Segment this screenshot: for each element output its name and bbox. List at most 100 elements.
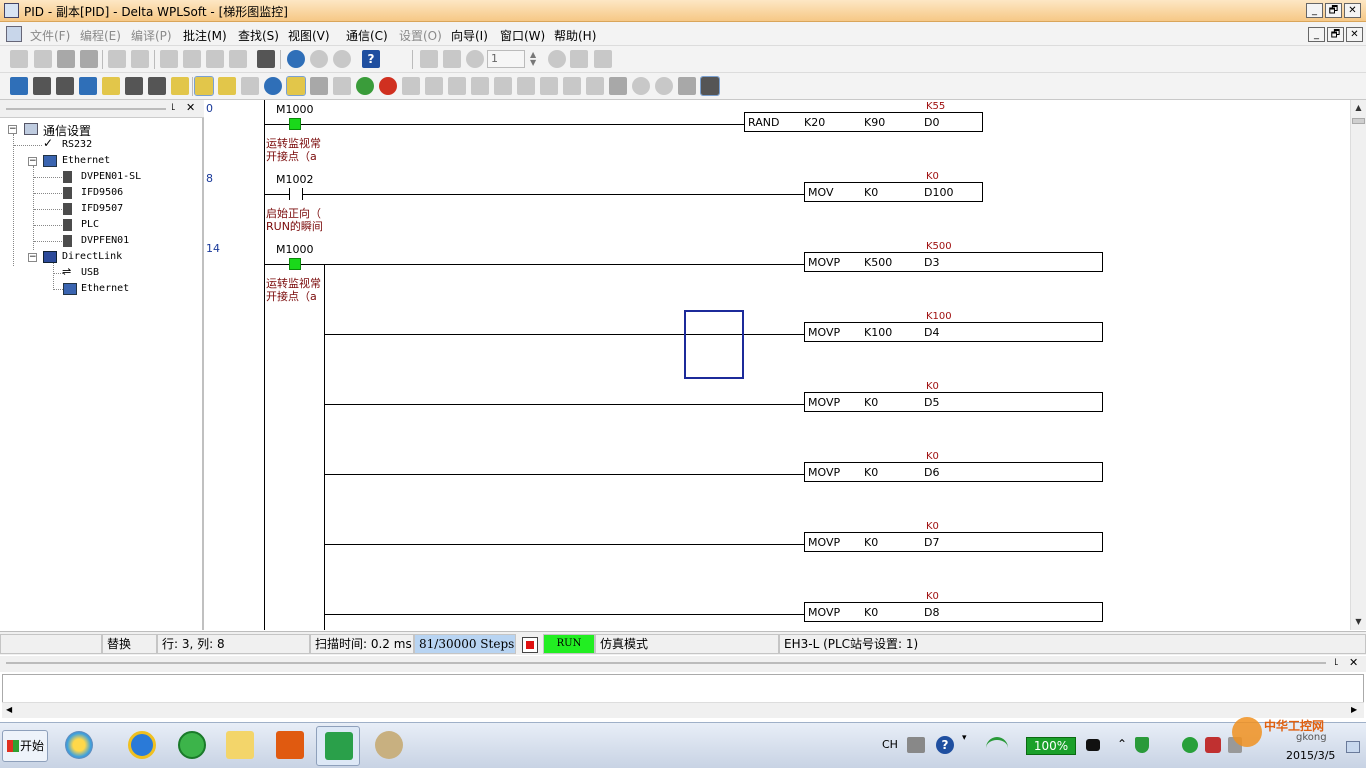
instruction-box[interactable]: RAND K20 K90 D0 [744,112,983,132]
delete-icon[interactable] [229,50,247,68]
taskbar-app[interactable] [367,726,411,766]
paste-icon[interactable] [206,50,224,68]
undo-icon[interactable] [108,50,126,68]
close-button[interactable]: ✕ [1344,3,1361,18]
run-icon[interactable] [356,77,374,95]
taskbar-app[interactable] [218,726,262,766]
stop-indicator-icon[interactable] [522,637,538,653]
tree-item-directlink[interactable]: DirectLink [62,251,122,262]
tray-date[interactable]: 2015/3/5 [1286,749,1335,762]
image-icon[interactable] [443,50,461,68]
tree-expander[interactable]: − [8,125,17,134]
minimize-button[interactable]: _ [1306,3,1323,18]
comment-icon[interactable] [420,50,438,68]
help-icon[interactable]: ? [936,736,954,754]
communication-settings-icon[interactable] [700,76,720,96]
menu-settings[interactable]: 设置(O) [399,27,442,44]
tree-expander[interactable]: − [28,253,37,262]
memory-icon[interactable] [171,77,189,95]
tree-item-device[interactable]: DVPEN01-SL [81,171,141,182]
network-status-icon[interactable] [1205,737,1221,753]
sfc-mode-icon[interactable] [56,77,74,95]
ladder-diagram[interactable]: 0 M1000 运转监视常 开接点（a K55 RAND K20 K90 D0 … [204,100,1350,630]
window-icon[interactable] [333,77,351,95]
scroll-right-icon[interactable]: ▶ [1351,705,1357,714]
instruction-box[interactable]: MOVP K0 D5 [804,392,1103,412]
taskbar-app-active[interactable] [316,726,360,766]
tree-item-ethernet-direct[interactable]: Ethernet [81,283,129,294]
contact-open[interactable] [289,188,303,200]
menu-communication[interactable]: 通信(C) [346,27,388,44]
taskbar-app[interactable] [57,726,101,766]
redo-icon[interactable] [131,50,149,68]
force-icon[interactable] [448,77,466,95]
panel-close-icon[interactable]: ✕ [186,101,195,114]
stop-square-icon[interactable] [310,77,328,95]
download-icon[interactable] [425,77,443,95]
update-icon[interactable] [1182,737,1198,753]
instruction-box[interactable]: MOV K0 D100 [804,182,983,202]
ladder-mode-icon[interactable] [33,77,51,95]
scroll-thumb[interactable] [1352,118,1365,124]
ladder-cursor[interactable] [684,310,744,379]
device-icon[interactable] [125,77,143,95]
tree-item-device[interactable]: IFD9507 [81,203,123,214]
document-icon[interactable] [6,26,22,42]
tray-language[interactable]: CH [882,738,898,751]
pin-icon[interactable]: ꜖ [171,102,176,113]
contact-energized[interactable] [289,258,301,270]
ladder-monitor-icon[interactable] [286,76,306,96]
battery-indicator[interactable]: 100% [1026,737,1076,755]
table-icon[interactable] [148,77,166,95]
child-minimize-button[interactable]: _ [1308,27,1325,42]
record-icon[interactable] [548,50,566,68]
find-icon[interactable] [257,50,275,68]
vertical-scrollbar[interactable]: ▲ ▼ [1350,100,1366,630]
shield-icon[interactable] [1135,737,1149,753]
open-file-icon[interactable] [34,50,52,68]
menu-edit[interactable]: 编程(E) [80,27,121,44]
print-icon[interactable] [80,50,98,68]
scroll-left-icon[interactable]: ◀ [6,705,12,714]
panel-grip[interactable] [6,108,166,110]
wifi-icon[interactable] [986,737,1008,753]
help-icon[interactable]: ? [362,50,380,68]
taskbar-app[interactable] [268,726,312,766]
start-button[interactable]: 开始 [2,730,48,762]
menu-compile[interactable]: 编译(P) [131,27,172,44]
tree-expander[interactable]: − [28,157,37,166]
tree-item-rs232[interactable]: RS232 [62,139,92,150]
taskbar-app[interactable] [170,726,214,766]
tree-item-device[interactable]: PLC [81,219,99,230]
taskbar-app[interactable] [120,726,164,766]
power-plug-icon[interactable] [1086,739,1100,751]
monitor-device-icon[interactable] [218,77,236,95]
instruction-box[interactable]: MOVP K0 D6 [804,462,1103,482]
forward-icon[interactable] [594,50,612,68]
box-icon[interactable] [678,77,696,95]
ip-icon[interactable] [655,77,673,95]
network-icon[interactable] [517,77,535,95]
contact-energized[interactable] [289,118,301,130]
online-mode-icon[interactable] [10,77,28,95]
zoom-out-icon[interactable] [333,50,351,68]
menu-wizard[interactable]: 向导(I) [451,27,488,44]
show-hidden-icons-icon[interactable]: ⌃ [1117,737,1127,751]
transfer-icon[interactable] [402,77,420,95]
scroll-down-icon[interactable]: ▼ [1351,614,1366,630]
menu-window[interactable]: 窗口(W) [500,27,545,44]
code-compare-icon[interactable] [494,77,512,95]
panel-grip[interactable] [6,662,1326,664]
save-icon[interactable] [57,50,75,68]
zoom-icon[interactable] [287,50,305,68]
pin-icon[interactable]: ꜖ [1334,657,1339,668]
step-input[interactable]: 1 [487,50,525,68]
cut-icon[interactable] [160,50,178,68]
step-spinner-icon[interactable]: ▲ ▼ [530,51,536,67]
new-file-icon[interactable] [10,50,28,68]
tree-item-device[interactable]: DVPFEN01 [81,235,129,246]
restore-button[interactable]: 🗗 [1325,3,1342,18]
split-icon[interactable] [563,77,581,95]
show-desktop-icon[interactable] [1346,741,1360,753]
scroll-up-icon[interactable]: ▲ [1351,100,1366,116]
